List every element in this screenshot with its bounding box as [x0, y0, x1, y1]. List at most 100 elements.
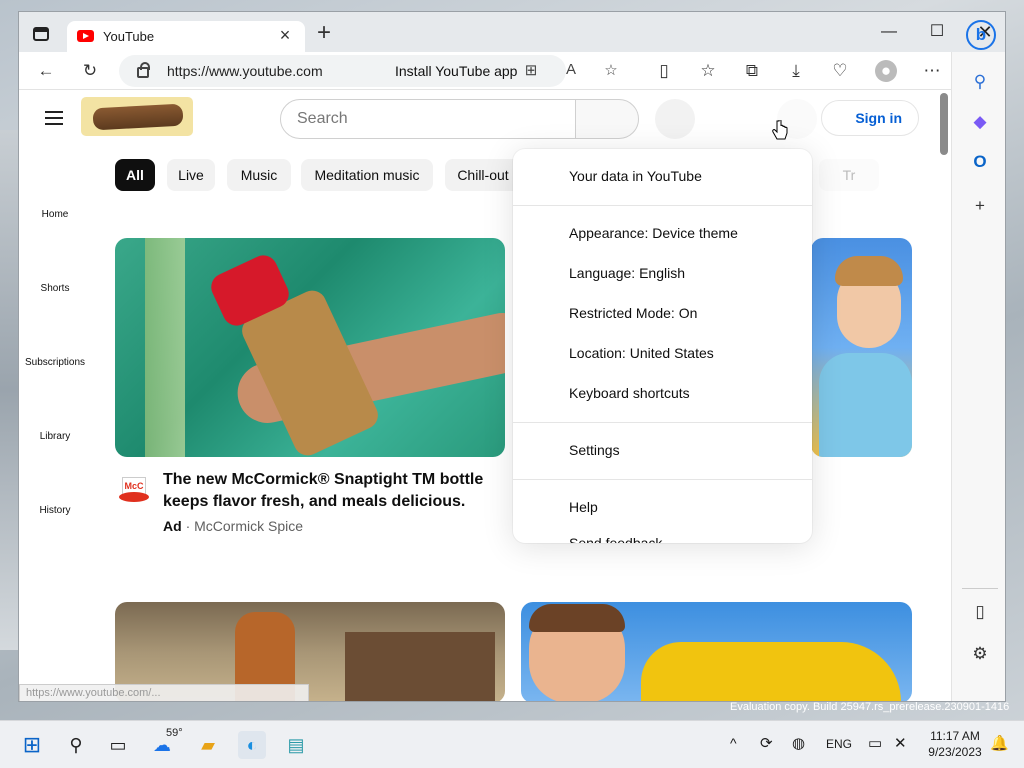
evaluation-watermark: Evaluation copy. Build 25947.rs_prerelea… — [730, 701, 1010, 713]
edge-browser-icon[interactable]: ◐ — [238, 731, 266, 759]
tab-youtube[interactable]: YouTube × — [67, 21, 305, 52]
volume-muted-icon[interactable]: ✕ — [894, 734, 907, 752]
clock-time: 11:17 AM — [930, 729, 980, 743]
bing-copilot-icon[interactable]: b — [966, 20, 996, 50]
hide-sidebar-icon[interactable]: ▯ — [968, 600, 992, 624]
url-text: https://www.youtube.com — [167, 63, 323, 79]
back-icon[interactable]: ← — [35, 60, 57, 82]
refresh-icon[interactable]: ↻ — [79, 60, 101, 82]
sidebar-divider — [962, 588, 998, 589]
meta-separator: · — [185, 518, 191, 534]
video-thumbnail-mccormick[interactable] — [115, 238, 505, 457]
sign-in-label: Sign in — [855, 110, 902, 126]
browser-window: YouTube × + — ☐ ✕ ← ↻ https://www.youtub… — [18, 11, 1006, 702]
outlook-icon[interactable]: O — [968, 150, 992, 174]
youtube-favicon-icon — [77, 30, 94, 42]
title-bar: YouTube × + — ☐ ✕ — [19, 12, 1005, 52]
app-available-icon[interactable]: ⊞ — [521, 61, 541, 81]
add-sidebar-app-icon[interactable]: + — [968, 194, 992, 218]
menu-language[interactable]: Language: English — [569, 265, 685, 281]
video-thumbnail-boy[interactable] — [811, 238, 912, 457]
gear-icon[interactable]: ⚙ — [968, 642, 992, 666]
status-url: https://www.youtube.com/... — [19, 684, 309, 701]
menu-help[interactable]: Help — [569, 499, 598, 515]
search-placeholder: Search — [297, 110, 348, 127]
browser-toolbar: ← ↻ https://www.youtube.com Install YouT… — [19, 52, 1005, 90]
nav-home[interactable]: Home — [19, 209, 91, 220]
youtube-doodle-logo[interactable] — [81, 97, 193, 136]
maximize-icon[interactable]: ☐ — [915, 18, 959, 46]
video-title[interactable]: The new McCormick® Snaptight TM bottle k… — [163, 469, 493, 513]
clock-date: 9/23/2023 — [928, 745, 982, 759]
chip-live[interactable]: Live — [167, 159, 215, 191]
chip-music[interactable]: Music — [227, 159, 291, 191]
menu-appearance[interactable]: Appearance: Device theme — [569, 225, 738, 241]
file-explorer-icon[interactable]: ▰ — [194, 731, 222, 759]
channel-name[interactable]: McCormick Spice — [194, 518, 303, 534]
clock[interactable]: 11:17 AM 9/23/2023 — [920, 728, 990, 760]
youtube-page: Search Sign in All Live Music Meditation… — [19, 91, 937, 701]
menu-send-feedback[interactable]: Send feedback — [569, 535, 662, 543]
nav-library[interactable]: Library — [19, 431, 91, 442]
settings-more-icon[interactable]: ⋯ — [921, 60, 943, 82]
nav-history[interactable]: History — [19, 505, 91, 516]
menu-divider — [513, 479, 812, 480]
sync-icon[interactable]: ⟳ — [760, 734, 773, 752]
favorites-icon[interactable]: ☆ — [697, 60, 719, 82]
downloads-icon[interactable]: ⤓ — [785, 60, 807, 82]
menu-divider — [513, 205, 812, 206]
voice-search-button[interactable] — [655, 99, 695, 139]
sign-in-button[interactable]: Sign in — [821, 100, 919, 136]
menu-restricted-mode[interactable]: Restricted Mode: On — [569, 305, 697, 321]
tab-actions-icon[interactable] — [33, 27, 49, 41]
menu-hamburger-icon[interactable] — [45, 111, 63, 125]
search-input[interactable]: Search — [280, 99, 576, 139]
task-view-icon[interactable]: ▭ — [104, 731, 132, 759]
notification-bell-icon[interactable]: 🔔 — [990, 734, 1009, 752]
install-app-button[interactable]: Install YouTube app — [395, 63, 517, 79]
menu-settings[interactable]: Settings — [569, 442, 620, 458]
menu-location[interactable]: Location: United States — [569, 345, 714, 361]
menu-keyboard-shortcuts[interactable]: Keyboard shortcuts — [569, 385, 690, 401]
chip-all[interactable]: All — [115, 159, 155, 191]
search-icon[interactable]: ⚲ — [968, 70, 992, 94]
split-screen-icon[interactable]: ▯ — [653, 60, 675, 82]
menu-your-data[interactable]: Your data in YouTube — [569, 168, 702, 184]
chevron-up-icon[interactable]: ^ — [730, 735, 737, 751]
network-app-icon[interactable]: ▤ — [282, 731, 310, 759]
minimize-icon[interactable]: — — [867, 18, 911, 46]
edge-sidebar: b ⚲ ◆ O + ▯ ⚙ — [951, 20, 1005, 701]
video-meta: Ad · McCormick Spice — [163, 518, 303, 534]
tab-title: YouTube — [103, 29, 155, 44]
language-indicator[interactable]: ENG — [826, 737, 852, 751]
search-button[interactable] — [575, 99, 639, 139]
start-windows-icon[interactable]: ⊞ — [18, 731, 46, 759]
lock-icon — [137, 62, 150, 78]
new-tab-icon[interactable]: + — [311, 19, 337, 47]
scrollbar-thumb[interactable] — [940, 93, 948, 155]
weather-temp: 59° — [166, 727, 183, 739]
page-scrollbar[interactable] — [937, 91, 951, 701]
favorite-star-icon[interactable]: ☆ — [601, 61, 621, 81]
chip-tr[interactable]: Tr — [819, 159, 879, 191]
chip-chill-out[interactable]: Chill-out — [445, 159, 521, 191]
browser-essentials-icon[interactable]: ♡ — [829, 60, 851, 82]
nav-subscriptions[interactable]: Subscriptions — [19, 357, 91, 368]
search-icon[interactable]: ⚲ — [62, 731, 90, 759]
office-icon[interactable]: ◆ — [968, 110, 992, 134]
taskbar: ⊞ ⚲ ▭ ☁ 59° ▰ ◐ ▤ ^ ⟳ ◍ ENG ▭ ✕ 11:17 AM… — [0, 720, 1024, 768]
profile-avatar-icon[interactable]: ● — [875, 60, 897, 82]
video-thumbnail-car[interactable] — [521, 602, 912, 701]
hand-cursor-icon — [772, 120, 788, 140]
close-tab-icon[interactable]: × — [275, 25, 295, 46]
address-bar[interactable]: https://www.youtube.com Install YouTube … — [119, 55, 618, 87]
menu-divider — [513, 422, 812, 423]
nav-shorts[interactable]: Shorts — [19, 283, 91, 294]
read-aloud-icon[interactable]: A — [561, 61, 581, 81]
desktop-edge — [0, 130, 18, 650]
display-icon[interactable]: ▭ — [868, 734, 882, 752]
channel-avatar[interactable]: McC — [119, 475, 149, 505]
chip-meditation-music[interactable]: Meditation music — [301, 159, 433, 191]
collections-icon[interactable]: ⧉ — [741, 60, 763, 82]
network-icon[interactable]: ◍ — [792, 734, 805, 752]
